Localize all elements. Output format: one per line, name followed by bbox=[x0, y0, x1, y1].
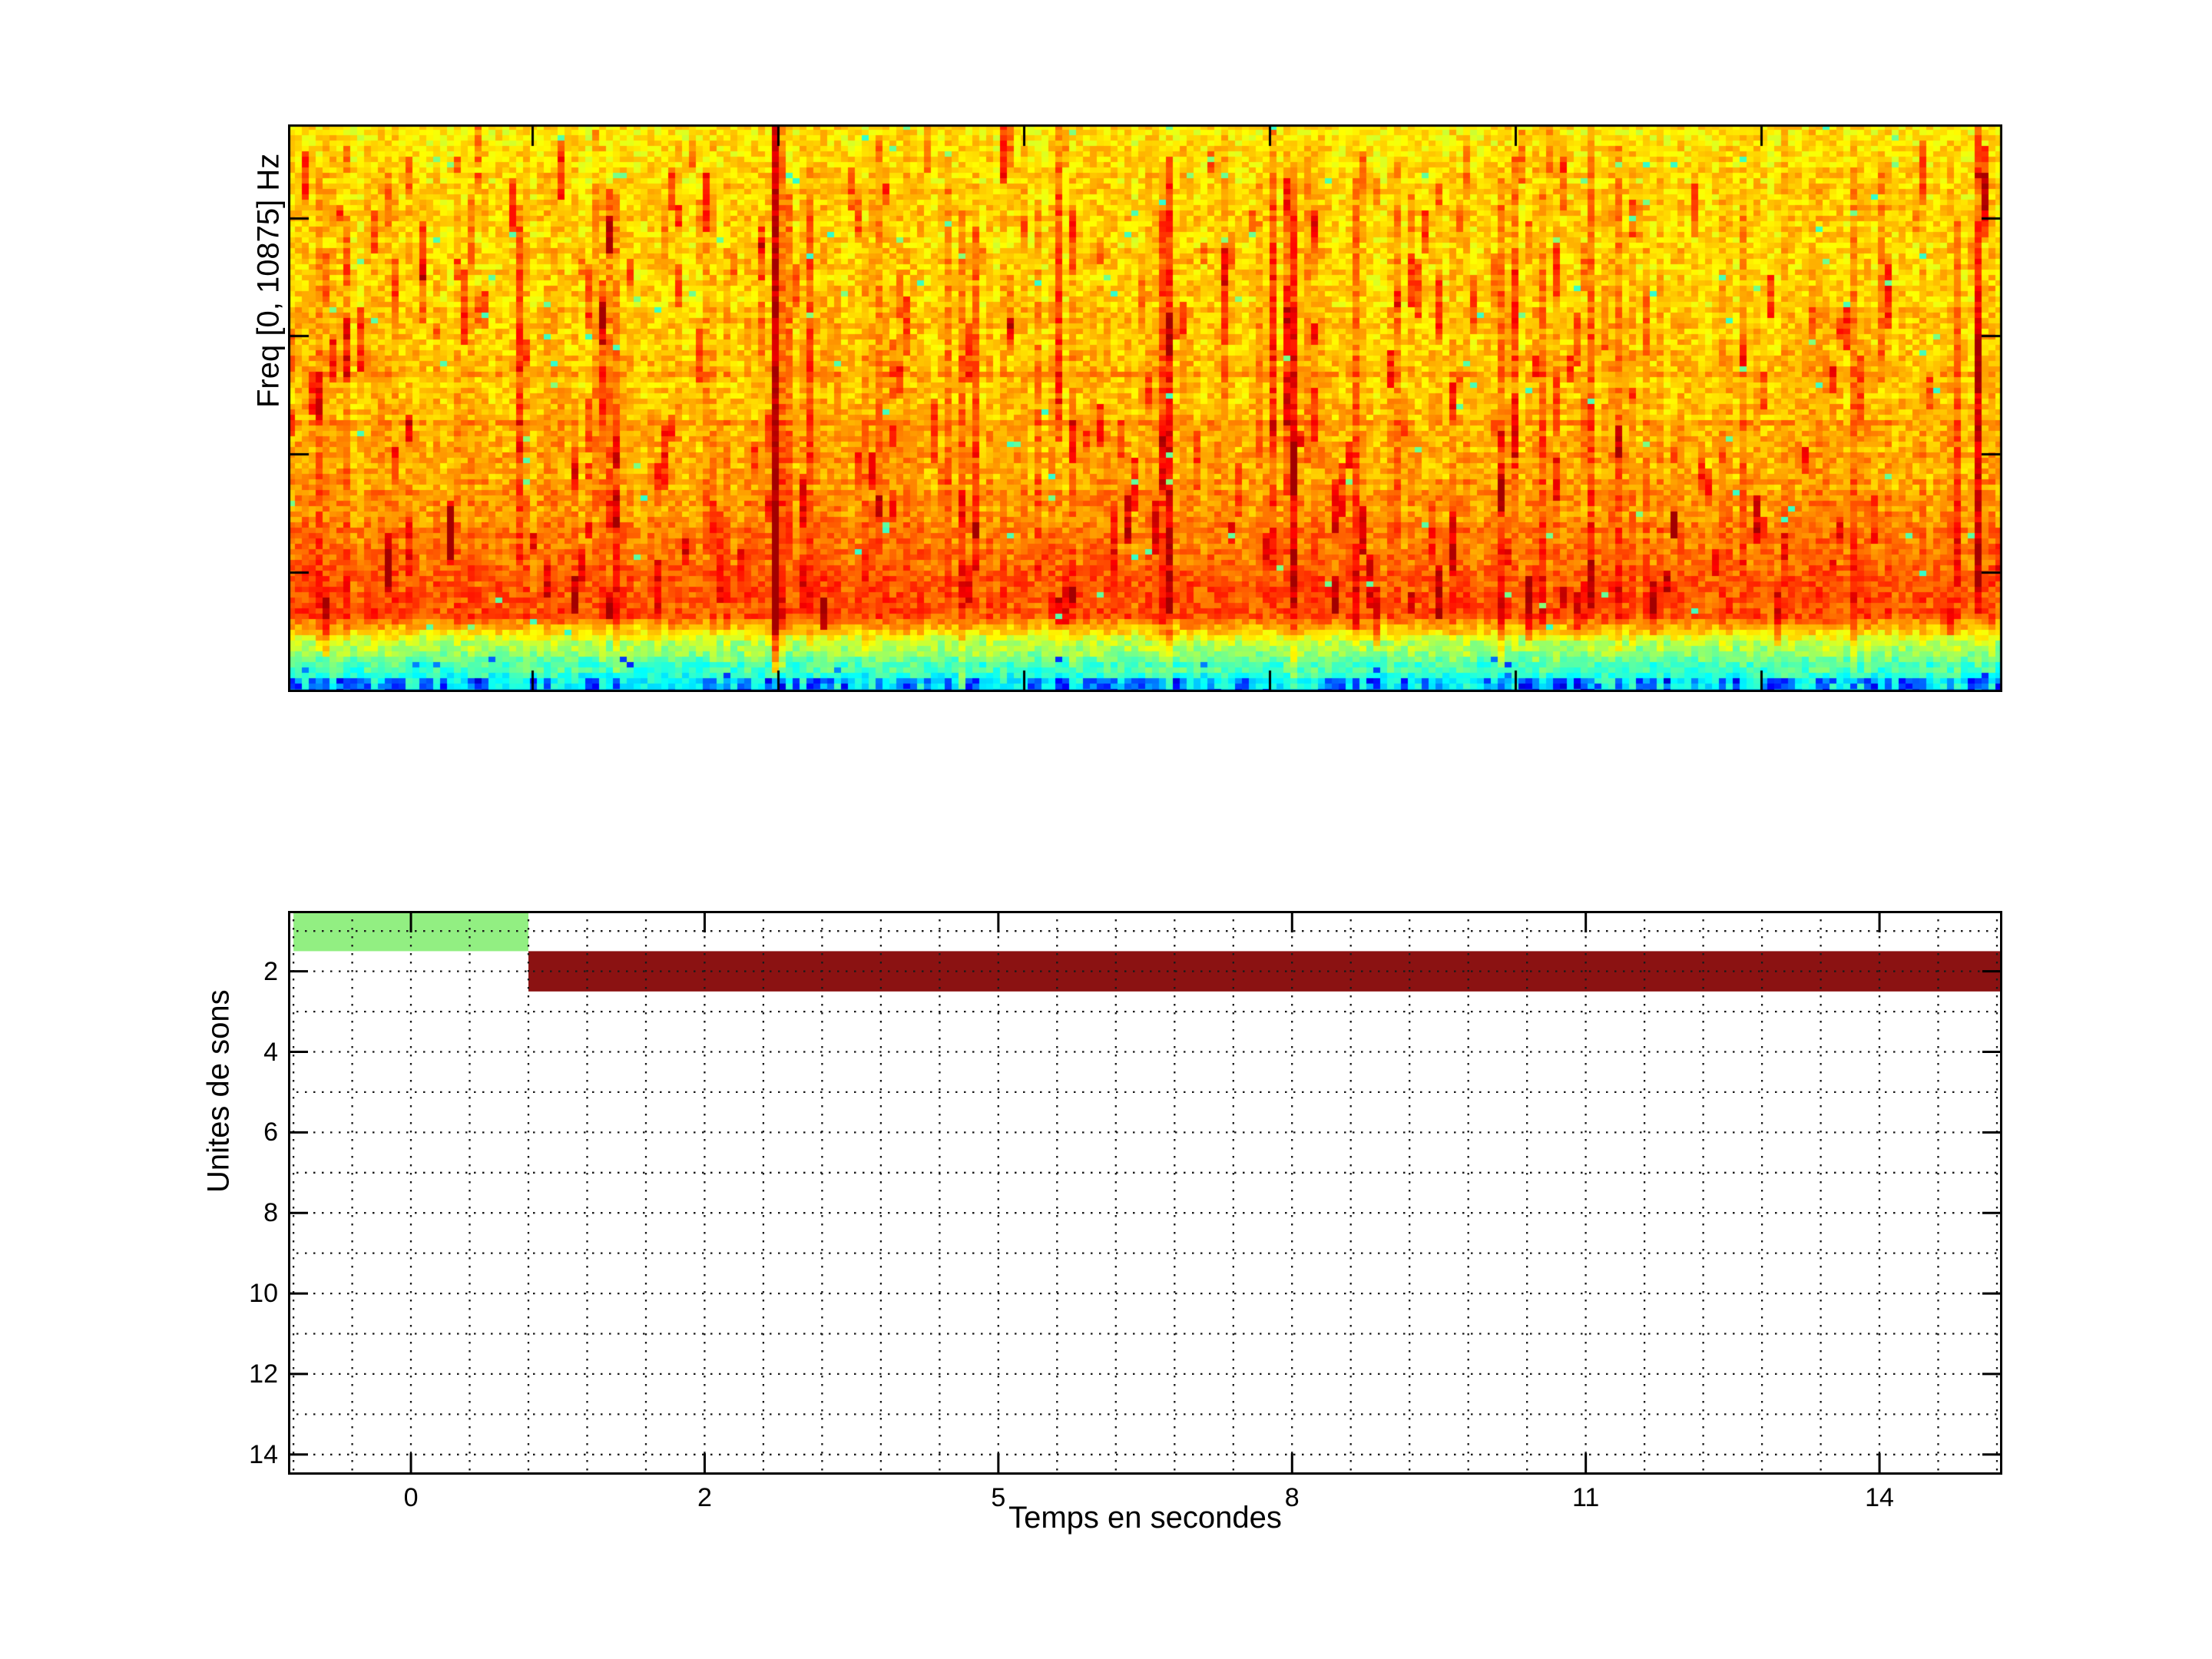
x-tick-label-0: 0 bbox=[403, 1483, 419, 1512]
axis-ticks bbox=[288, 911, 2002, 1475]
segment-bar-row2 bbox=[528, 951, 2002, 992]
y-tick-label-10: 10 bbox=[249, 1279, 278, 1309]
spectrogram-image bbox=[288, 124, 2002, 692]
y-tick-label-8: 8 bbox=[263, 1198, 278, 1228]
axes-border bbox=[288, 911, 2002, 1475]
x-tick-label-2: 2 bbox=[697, 1483, 712, 1512]
matlab-figure: { "figure": { "background": "#ffffff", "… bbox=[0, 0, 2212, 1659]
y-tick-label-14: 14 bbox=[249, 1439, 278, 1469]
sound-units-plot bbox=[288, 911, 2002, 1475]
y-tick-label-2: 2 bbox=[263, 956, 278, 986]
x-axis-label: Temps en secondes bbox=[761, 1501, 1529, 1535]
spectrogram-plot bbox=[288, 124, 2002, 692]
x-tick-label-14: 14 bbox=[1865, 1483, 1894, 1512]
x-tick-label-11: 11 bbox=[1572, 1483, 1600, 1512]
y-tick-label-12: 12 bbox=[249, 1359, 278, 1389]
grid-lines bbox=[288, 911, 2002, 1475]
x-axis-label-text: Temps en secondes bbox=[1008, 1501, 1282, 1535]
sound-units-chart bbox=[288, 911, 2002, 1475]
